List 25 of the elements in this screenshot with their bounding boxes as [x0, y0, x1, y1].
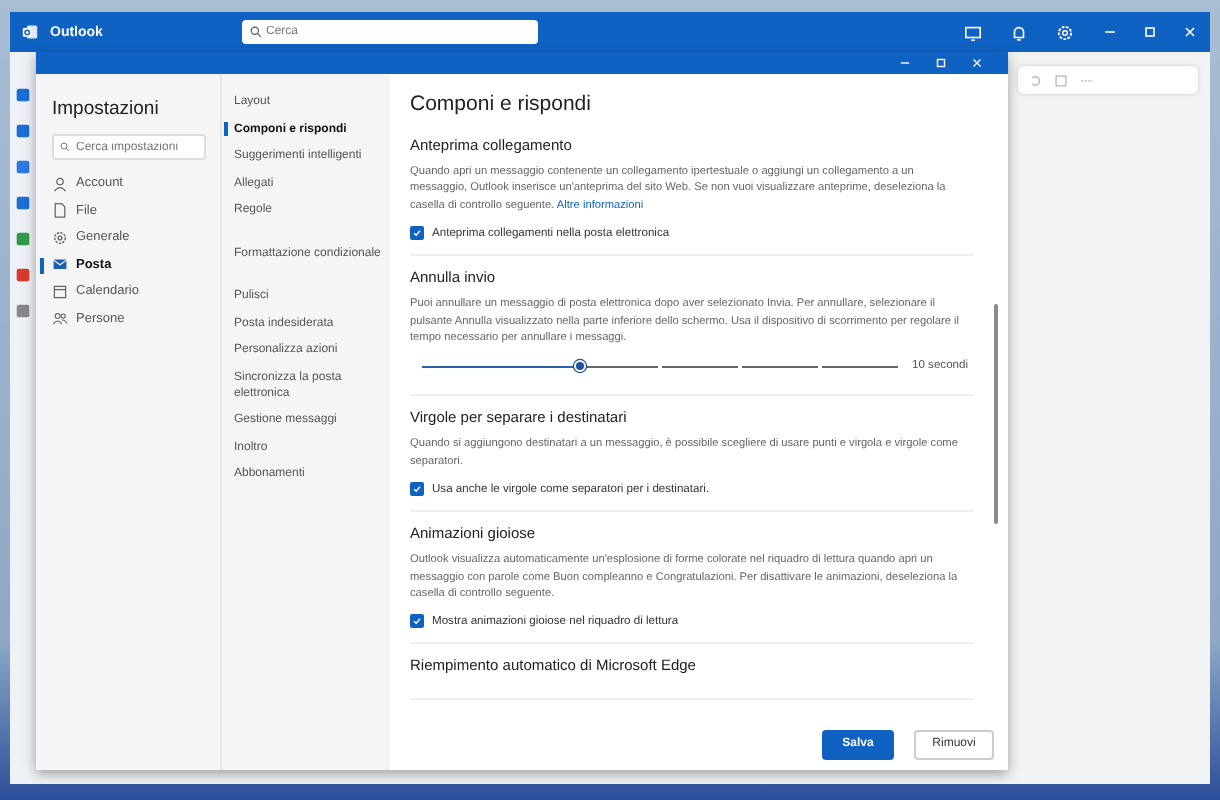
app-icon[interactable] [16, 232, 30, 246]
close-icon[interactable] [970, 56, 984, 70]
slider-thumb[interactable] [574, 360, 587, 373]
document-icon [52, 202, 68, 219]
minimize-icon[interactable] [898, 56, 912, 70]
person-icon [52, 175, 68, 192]
scrollbar-thumb[interactable] [994, 304, 998, 524]
panel-title: Componi e rispondi [408, 90, 593, 120]
app-icon[interactable] [16, 196, 30, 210]
maximize-icon[interactable] [1142, 24, 1158, 40]
checkbox[interactable] [410, 614, 424, 629]
gear-icon [52, 229, 68, 246]
close-icon[interactable] [1182, 24, 1198, 40]
envelope-icon [52, 256, 68, 273]
app-logo-icon [22, 24, 38, 40]
checkbox[interactable] [410, 482, 424, 497]
settings-title: Impostazioni [52, 98, 161, 120]
bell-icon[interactable] [1010, 23, 1028, 41]
search-icon [60, 142, 70, 152]
settings-icon[interactable] [1056, 23, 1074, 41]
screen-icon[interactable] [964, 23, 982, 41]
app-icon[interactable] [16, 268, 30, 282]
search-icon [250, 26, 262, 38]
checkbox[interactable] [410, 226, 424, 241]
maximize-icon[interactable] [934, 56, 948, 70]
